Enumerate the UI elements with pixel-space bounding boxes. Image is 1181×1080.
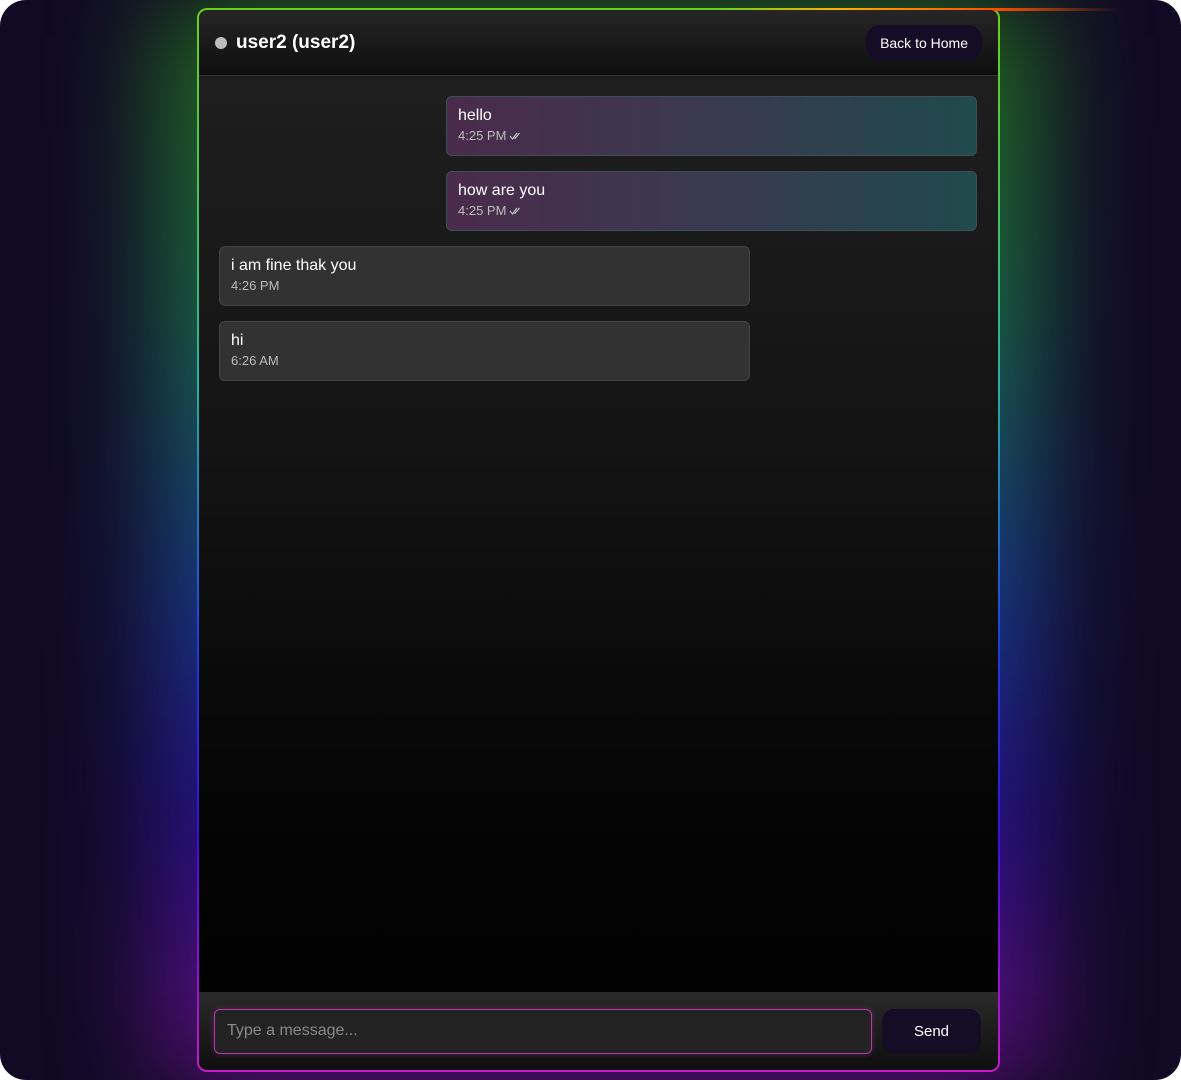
chat-header-info: user2 (user2) xyxy=(215,32,355,54)
message-bubble-sent: hello 4:25 PM xyxy=(446,96,977,156)
message-list: hello 4:25 PM how are you 4:25 PM i am f… xyxy=(199,76,998,381)
send-button[interactable]: Send xyxy=(882,1008,981,1054)
double-check-icon xyxy=(509,207,521,216)
message-meta: 6:26 AM xyxy=(231,353,738,369)
message-input[interactable] xyxy=(214,1008,872,1054)
message-bubble-sent: how are you 4:25 PM xyxy=(446,171,977,231)
chat-title: user2 (user2) xyxy=(236,31,356,53)
message-text: hi xyxy=(231,332,244,349)
app-screen: user2 (user2) Back to Home hello 4:25 PM xyxy=(0,0,1181,1080)
message-meta: 4:25 PM xyxy=(458,203,965,219)
message-time: 4:25 PM xyxy=(458,128,507,143)
message-bubble-received: hi 6:26 AM xyxy=(219,321,750,381)
message-text: how are you xyxy=(458,182,546,199)
double-check-icon xyxy=(509,132,521,141)
chat-window-frame: user2 (user2) Back to Home hello 4:25 PM xyxy=(197,8,1117,1072)
message-composer: Send xyxy=(199,992,998,1070)
chat-header: user2 (user2) Back to Home xyxy=(199,10,998,76)
message-time: 4:26 PM xyxy=(231,278,280,293)
message-text: hello xyxy=(458,107,492,124)
back-to-home-button[interactable]: Back to Home xyxy=(866,24,982,61)
message-meta: 4:25 PM xyxy=(458,128,965,144)
chat-window: user2 (user2) Back to Home hello 4:25 PM xyxy=(199,10,998,1070)
message-time: 4:25 PM xyxy=(458,203,507,218)
message-text: i am fine thak you xyxy=(231,257,357,274)
message-bubble-received: i am fine thak you 4:26 PM xyxy=(219,246,750,306)
status-dot-icon xyxy=(215,36,227,49)
message-meta: 4:26 PM xyxy=(231,278,738,294)
message-time: 6:26 AM xyxy=(231,353,279,368)
